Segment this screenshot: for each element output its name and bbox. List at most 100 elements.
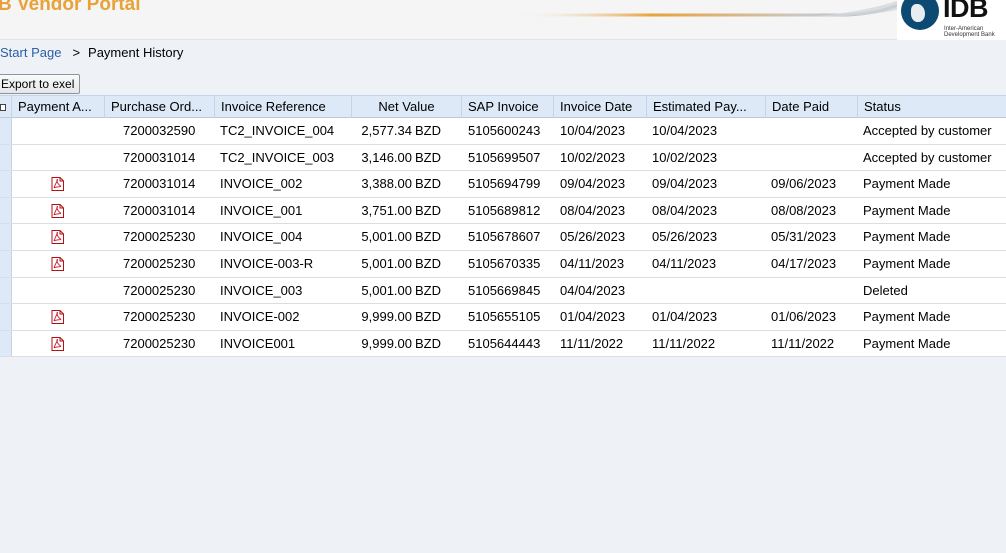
row-selector[interactable] (0, 330, 12, 357)
column-header-invoice-date[interactable]: Invoice Date (554, 96, 647, 118)
cell-po: 7200025230 (123, 309, 196, 325)
pdf-icon[interactable] (51, 230, 64, 245)
cell-est-pay: 10/02/2023 (652, 149, 718, 165)
table-row[interactable]: 7200032590 TC2_INVOICE_004 5105600243 10/04… (0, 118, 1006, 145)
row-selector[interactable] (0, 118, 12, 144)
table-row[interactable]: 7200025230 INVOICE_003 5105669845 04/04/202… (0, 277, 1006, 305)
cell-paid: 11/11/2022 (771, 335, 835, 351)
cell-inv-date: 05/26/2023 (560, 229, 626, 245)
cell-sap: 5105694799 (468, 176, 541, 192)
cell-inv-date: 04/04/2023 (560, 282, 626, 298)
currency-code: BZD (415, 149, 441, 165)
table-row[interactable]: 7200025230 INVOICE_004 5105678607 05/26/202… (0, 224, 1006, 251)
cell-sap: 5105644443 (468, 335, 541, 351)
pdf-icon[interactable] (51, 336, 64, 351)
pdf-icon[interactable] (51, 203, 64, 218)
cell-sap: 5105670335 (468, 255, 541, 271)
net-amount: 9,999.00 (361, 309, 412, 325)
breadcrumb-separator: > (72, 45, 81, 60)
cell-est-pay: 05/26/2023 (652, 229, 718, 245)
select-all-cell[interactable] (0, 96, 12, 118)
logo-subtitle: Inter-American Development Bank (944, 26, 995, 38)
table-header: Payment A... Purchase Ord... Invoice Ref… (0, 95, 1006, 118)
pdf-icon[interactable] (51, 256, 64, 271)
table-body: 7200032590 TC2_INVOICE_004 5105600243 10/04… (0, 118, 1006, 358)
currency-code: BZD (415, 123, 441, 138)
net-amount: 5,001.00 (361, 282, 412, 298)
cell-net-value: 9,999.00 BZD (352, 331, 441, 357)
row-selector[interactable] (0, 171, 12, 197)
cell-inv-date: 09/04/2023 (560, 176, 626, 192)
cell-est-pay: 04/11/2023 (652, 255, 717, 271)
row-selector[interactable] (0, 144, 12, 171)
cell-est-pay: 10/04/2023 (652, 123, 718, 138)
page-header: B Vendor Portal IDB Inter-American Devel… (0, 0, 1006, 40)
cell-est-pay: 08/04/2023 (652, 202, 718, 218)
column-header-payment-advice[interactable]: Payment A... (12, 96, 105, 118)
column-header-net-value[interactable]: Net Value (352, 96, 462, 118)
pdf-icon[interactable] (51, 177, 64, 192)
column-header-estimated-payment[interactable]: Estimated Pay... (647, 96, 766, 118)
currency-code: BZD (415, 309, 441, 325)
cell-net-value: 9,999.00 BZD (352, 304, 441, 330)
cell-net-value: 5,001.00 BZD (352, 224, 441, 250)
column-header-status[interactable]: Status (858, 96, 1006, 118)
table-row[interactable]: 7200025230 INVOICE-002 5105655105 01/04/202… (0, 304, 1006, 331)
table-row[interactable]: 7200025230 INVOICE001 5105644443 11/11/2022… (0, 330, 1006, 358)
cell-status: Accepted by customer (863, 123, 992, 138)
table-row[interactable]: 7200025230 INVOICE-003-R 5105670335 04/11/2… (0, 250, 1006, 278)
cell-inv-date: 11/11/2022 (560, 335, 624, 351)
cell-status: Deleted (863, 282, 908, 298)
cell-ref: INVOICE_003 (220, 282, 303, 298)
currency-code: BZD (415, 255, 441, 271)
breadcrumb-current: Payment History (88, 45, 184, 60)
cell-status: Accepted by customer (863, 149, 992, 165)
cell-po: 7200031014 (123, 176, 196, 192)
net-amount: 9,999.00 (361, 335, 412, 351)
cell-status: Payment Made (863, 309, 951, 325)
column-header-invoice-reference[interactable]: Invoice Reference (215, 96, 352, 118)
table-row[interactable]: 7200031014 INVOICE_001 5105689812 08/04/202… (0, 197, 1006, 225)
row-selector[interactable] (0, 224, 12, 250)
cell-sap: 5105678607 (468, 229, 541, 245)
row-selector[interactable] (0, 250, 12, 277)
cell-sap: 5105699507 (468, 149, 541, 165)
cell-paid (771, 118, 856, 144)
cell-paid (771, 145, 856, 171)
currency-code: BZD (415, 176, 441, 192)
row-selector[interactable] (0, 304, 12, 330)
table-row[interactable]: 7200031014 TC2_INVOICE_003 5105699507 10/02… (0, 144, 1006, 172)
cell-po: 7200025230 (123, 255, 196, 271)
net-amount: 3,146.00 (361, 149, 412, 165)
logo-text: IDB (943, 0, 989, 23)
cell-status: Payment Made (863, 229, 951, 245)
idb-logo: IDB Inter-American Development Bank (897, 0, 1006, 40)
row-selector[interactable] (0, 197, 12, 224)
row-selector[interactable] (0, 277, 12, 304)
payment-history-table: Payment A... Purchase Ord... Invoice Ref… (0, 95, 1006, 358)
cell-net-value: 3,388.00 BZD (352, 171, 441, 197)
cell-net-value: 5,001.00 BZD (352, 251, 441, 277)
cell-status: Payment Made (863, 335, 951, 351)
export-to-excel-button[interactable]: Export to exel (0, 74, 81, 94)
cell-po: 7200025230 (123, 282, 196, 298)
cell-po: 7200031014 (123, 202, 196, 218)
column-header-sap-invoice[interactable]: SAP Invoice (462, 96, 554, 118)
cell-net-value: 3,751.00 BZD (352, 198, 441, 224)
select-all-checkbox[interactable] (0, 104, 6, 111)
cell-ref: INVOICE-002 (220, 309, 300, 325)
net-amount: 3,751.00 (361, 202, 412, 218)
cell-sap: 5105600243 (468, 123, 541, 138)
pdf-icon[interactable] (51, 310, 64, 325)
cell-paid: 04/17/2023 (771, 255, 837, 271)
breadcrumb-start-page[interactable]: Start Page (0, 45, 61, 60)
column-header-date-paid[interactable]: Date Paid (766, 96, 858, 118)
net-amount: 5,001.00 (361, 229, 412, 245)
cell-sap: 5105689812 (468, 202, 541, 218)
cell-ref: INVOICE_004 (220, 229, 303, 245)
cell-inv-date: 01/04/2023 (560, 309, 626, 325)
net-amount: 2,577.34 (361, 123, 412, 138)
table-row[interactable]: 7200031014 INVOICE_002 5105694799 09/04/202… (0, 171, 1006, 198)
cell-inv-date: 10/02/2023 (560, 149, 626, 165)
column-header-purchase-order[interactable]: Purchase Ord... (105, 96, 215, 118)
